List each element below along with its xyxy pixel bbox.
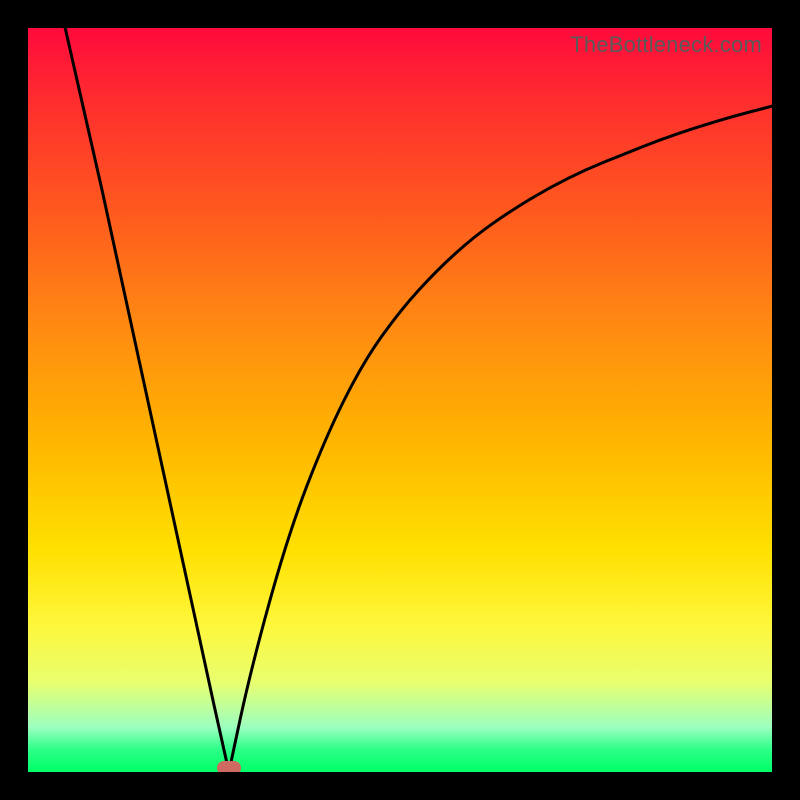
chart-frame: TheBottleneck.com [0, 0, 800, 800]
plot-area: TheBottleneck.com [28, 28, 772, 772]
watermark-text: TheBottleneck.com [570, 32, 762, 58]
minimum-marker [217, 761, 241, 772]
curve-path [65, 28, 772, 772]
bottleneck-curve [28, 28, 772, 772]
